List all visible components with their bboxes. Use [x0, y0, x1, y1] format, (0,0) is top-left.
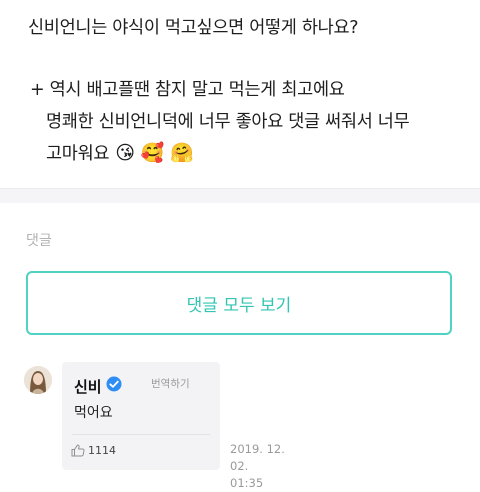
verified-badge-icon — [106, 376, 122, 392]
kissing-face-emoji: 😘 — [115, 142, 135, 164]
avatar-image — [24, 366, 52, 394]
post-reply-line-3: 고마워요 😘 🥰 🤗 — [46, 140, 194, 165]
thumbs-up-icon — [71, 444, 85, 457]
like-button[interactable]: 1114 — [71, 444, 116, 457]
post-reply-line-1: + 역시 배고플땐 참지 말고 먹는게 최고에요 — [30, 80, 345, 100]
post-question: 신비언니는 야식이 먹고싶으면 어떻게 하나요? — [28, 18, 359, 38]
translate-button[interactable]: 번역하기 — [151, 376, 190, 391]
view-all-comments-button[interactable]: 댓글 모두 보기 — [26, 271, 452, 335]
comment-time: 01:35 — [230, 476, 264, 490]
hugging-face-emoji: 🤗 — [170, 142, 194, 164]
comment-bubble: 신비 번역하기 먹어요 1114 — [62, 362, 220, 470]
like-count: 1114 — [88, 444, 116, 457]
post-reply-line-2: 명쾌한 신비언니덕에 너무 좋아요 댓글 써줘서 너무 — [46, 112, 410, 132]
view-all-comments-label: 댓글 모두 보기 — [186, 295, 292, 316]
comment-timestamp: 2019. 12. 02. 01:35 — [230, 441, 290, 492]
comment-divider — [72, 434, 210, 435]
comments-heading: 댓글 — [26, 233, 52, 249]
smiling-face-hearts-emoji: 🥰 — [140, 142, 165, 164]
comment-date: 2019. 12. 02. — [230, 442, 285, 473]
post-content: 신비언니는 야식이 먹고싶으면 어떻게 하나요? + 역시 배고플땐 참지 말고… — [0, 0, 480, 188]
post-reply-line-3-text: 고마워요 — [46, 144, 110, 164]
section-separator — [0, 188, 480, 203]
comment-author[interactable]: 신비 — [74, 376, 102, 397]
comment-text: 먹어요 — [74, 405, 113, 421]
avatar[interactable] — [24, 366, 52, 394]
